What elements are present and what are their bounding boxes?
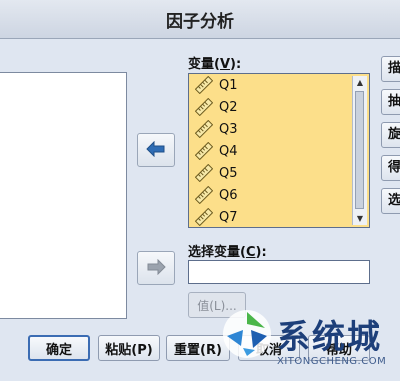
scroll-up-icon[interactable]: ▲ xyxy=(353,76,367,89)
variable-name: Q5 xyxy=(219,165,238,181)
variable-name: Q4 xyxy=(219,143,238,159)
ruler-icon xyxy=(194,207,214,227)
selection-label-prefix: 选择变量( xyxy=(188,245,246,260)
list-item[interactable]: Q1 xyxy=(189,74,369,96)
variable-name: Q1 xyxy=(219,77,238,93)
paste-button[interactable]: 粘贴(P) xyxy=(98,335,160,361)
watermark: 系统城 XITONGCHENG.COM xyxy=(215,306,400,381)
list-item[interactable]: Q7 xyxy=(189,206,369,227)
watermark-logo-icon xyxy=(223,310,271,358)
variable-name: Q7 xyxy=(219,209,238,225)
list-item[interactable]: Q4 xyxy=(189,140,369,162)
arrow-right-icon xyxy=(146,256,166,280)
ruler-icon xyxy=(194,119,214,139)
ruler-icon xyxy=(194,185,214,205)
options-button[interactable]: 选 xyxy=(381,188,400,214)
list-item[interactable]: Q2 xyxy=(189,96,369,118)
ruler-icon xyxy=(194,75,214,95)
watermark-text: 系统城 xyxy=(277,317,382,356)
list-item[interactable]: Q6 xyxy=(189,184,369,206)
variable-name: Q2 xyxy=(219,99,238,115)
variables-label-suffix: ): xyxy=(230,57,242,72)
selection-variable-field[interactable] xyxy=(188,260,370,284)
scroll-thumb[interactable] xyxy=(355,91,364,209)
variables-label-prefix: 变量( xyxy=(188,57,220,72)
ruler-icon xyxy=(194,141,214,161)
scores-button[interactable]: 得 xyxy=(381,155,400,181)
title-bar: 因子分析 xyxy=(0,0,400,39)
selection-label-suffix: ): xyxy=(255,245,267,260)
arrow-left-icon xyxy=(146,138,166,162)
variables-scrollbar[interactable]: ▲ ▼ xyxy=(352,76,367,225)
list-item[interactable]: Q3 xyxy=(189,118,369,140)
selection-variable-label: 选择变量(C): xyxy=(188,241,267,260)
move-to-variables-button[interactable] xyxy=(137,133,175,167)
scroll-down-icon[interactable]: ▼ xyxy=(353,212,367,225)
source-variable-list[interactable] xyxy=(0,72,127,319)
extraction-button[interactable]: 抽 xyxy=(381,89,400,115)
list-item[interactable]: Q5 xyxy=(189,162,369,184)
variables-list[interactable]: Q1 Q2 Q3 Q4 Q5 Q6 Q7 ▲ ▼ xyxy=(188,73,370,228)
variable-name: Q6 xyxy=(219,187,238,203)
descriptives-button[interactable]: 描 xyxy=(381,56,400,82)
ruler-icon xyxy=(194,163,214,183)
variables-label: 变量(V): xyxy=(188,53,241,72)
ruler-icon xyxy=(194,97,214,117)
ok-button[interactable]: 确定 xyxy=(28,335,90,361)
watermark-subtext: XITONGCHENG.COM xyxy=(277,356,387,367)
dialog-title: 因子分析 xyxy=(166,12,234,32)
variables-label-key: V xyxy=(219,57,231,72)
selection-label-key: C xyxy=(245,245,256,260)
move-to-selection-button[interactable] xyxy=(137,251,175,285)
variable-name: Q3 xyxy=(219,121,238,137)
rotation-button[interactable]: 旋 xyxy=(381,122,400,148)
